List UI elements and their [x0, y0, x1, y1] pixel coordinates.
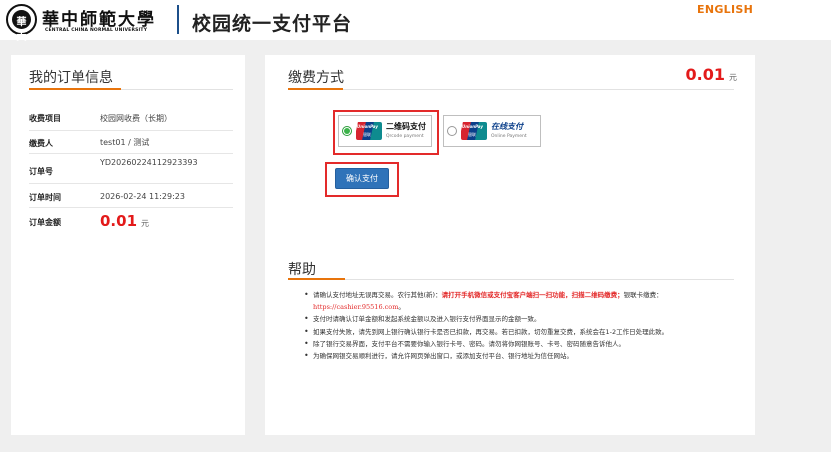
row-value: test01 / 测试	[100, 138, 150, 147]
university-seal-logo: 華大	[6, 4, 37, 43]
row-label: 收费项目	[29, 114, 61, 123]
row-label: 订单时间	[29, 193, 61, 202]
help-item: 支付时请确认订单金额和发起系统金额以及进入银行支付界面显示的金额一致。	[304, 313, 736, 325]
order-amount-unit: 元	[141, 219, 150, 228]
site-header: 華大 華中師範大學 CENTRAL CHINA NORMAL UNIVERSIT…	[0, 0, 831, 43]
row-value: 校园网收费（长期）	[100, 114, 172, 123]
seal-text: 華大	[16, 17, 27, 43]
method-subtitle: Online Payment	[491, 134, 527, 139]
order-row-order-time: 订单时间 2026-02-24 11:29:23	[29, 184, 233, 208]
payment-amount: 0.01 元	[686, 65, 737, 84]
unionpay-logo-icon: UnionPay 银联	[461, 122, 487, 140]
order-row-order-number: 订单号 YD20260224112923393	[29, 154, 233, 184]
title-underline	[288, 88, 343, 90]
unionpay-logo-icon: UnionPay 银联	[356, 122, 382, 140]
row-label: 订单金额	[29, 218, 61, 227]
help-item: 请确认支付地址无误再交易。农行其他(新)：请打开手机微信或支付宝客户端扫一扫功能…	[304, 289, 736, 313]
order-row-amount: 订单金额 0.01 元	[29, 208, 233, 236]
radio-unselected-icon[interactable]	[447, 126, 457, 136]
online-payment-option[interactable]: UnionPay 银联 在线支付 Online Payment	[443, 115, 541, 147]
radio-selected-icon[interactable]	[342, 126, 352, 136]
order-row-payer: 缴费人 test01 / 测试	[29, 131, 233, 154]
help-text: 银联卡缴费：	[623, 291, 663, 299]
english-language-link[interactable]: ENGLISH	[697, 3, 753, 16]
platform-title: 校园统一支付平台	[192, 13, 353, 35]
method-name: 二维码支付	[386, 122, 426, 131]
help-item: 为确保网银交易顺利进行，请允许网页弹出窗口，或添加支付平台、银行地址为信任网站。	[304, 350, 736, 362]
order-amount: 0.01 元	[100, 212, 149, 230]
order-amount-value: 0.01	[100, 212, 138, 230]
unionpay-logo-sublabel: 银联	[363, 132, 371, 137]
university-name-en: CENTRAL CHINA NORMAL UNIVERSITY	[45, 28, 148, 33]
payment-card: 缴费方式 0.01 元 UnionPay 银联 二维码支付 Qrcode paym…	[265, 55, 755, 435]
title-rule	[288, 279, 734, 280]
payment-amount-unit: 元	[729, 73, 737, 82]
title-underline	[29, 88, 121, 90]
row-label: 缴费人	[29, 139, 53, 148]
order-info-card: 我的订单信息 收费项目 校园网收费（长期） 缴费人 test01 / 测试 订单…	[11, 55, 245, 435]
title-rule	[288, 89, 734, 90]
order-info-title: 我的订单信息	[29, 70, 113, 86]
row-label: 订单号	[29, 167, 53, 176]
help-text: 。	[398, 303, 405, 312]
title-underline	[288, 278, 345, 280]
payment-method-title: 缴费方式	[288, 70, 344, 86]
university-name-cn: 華中師範大學	[42, 10, 156, 30]
unionpay-logo-label: UnionPay	[357, 124, 378, 129]
help-item: 除了银行交易界面，支付平台不需要你输入银行卡号、密码。请勿将你网银账号、卡号、密…	[304, 338, 736, 350]
help-highlight-text: 请打开手机微信或支付宝客户端扫一扫功能，扫描二维码缴费；	[441, 291, 624, 299]
qrcode-payment-option[interactable]: UnionPay 银联 二维码支付 Qrcode payment	[338, 115, 432, 147]
help-list: 请确认支付地址无误再交易。农行其他(新)：请打开手机微信或支付宝客户端扫一扫功能…	[304, 289, 736, 362]
unionpay-logo-label: UnionPay	[462, 124, 483, 129]
cashier-url-link[interactable]: https://cashier.95516.com	[313, 303, 398, 311]
help-title: 帮助	[288, 262, 316, 278]
confirm-payment-button[interactable]: 确认支付	[335, 168, 389, 189]
order-row-item: 收费项目 校园网收费（长期）	[29, 103, 233, 131]
unionpay-logo-sublabel: 银联	[468, 132, 476, 137]
help-item: 如果支付失败，请先到网上银行确认银行卡是否已扣款，再交易。若已扣款，切勿重复交费…	[304, 326, 736, 338]
row-value: 2026-02-24 11:29:23	[100, 192, 185, 201]
header-divider	[177, 5, 179, 34]
row-value: YD20260224112923393	[100, 158, 198, 167]
method-subtitle: Qrcode payment	[386, 134, 424, 139]
help-text: 请确认支付地址无误再交易。农行其他(新)：	[313, 291, 442, 299]
method-name: 在线支付	[491, 122, 523, 131]
payment-amount-value: 0.01	[685, 65, 725, 84]
